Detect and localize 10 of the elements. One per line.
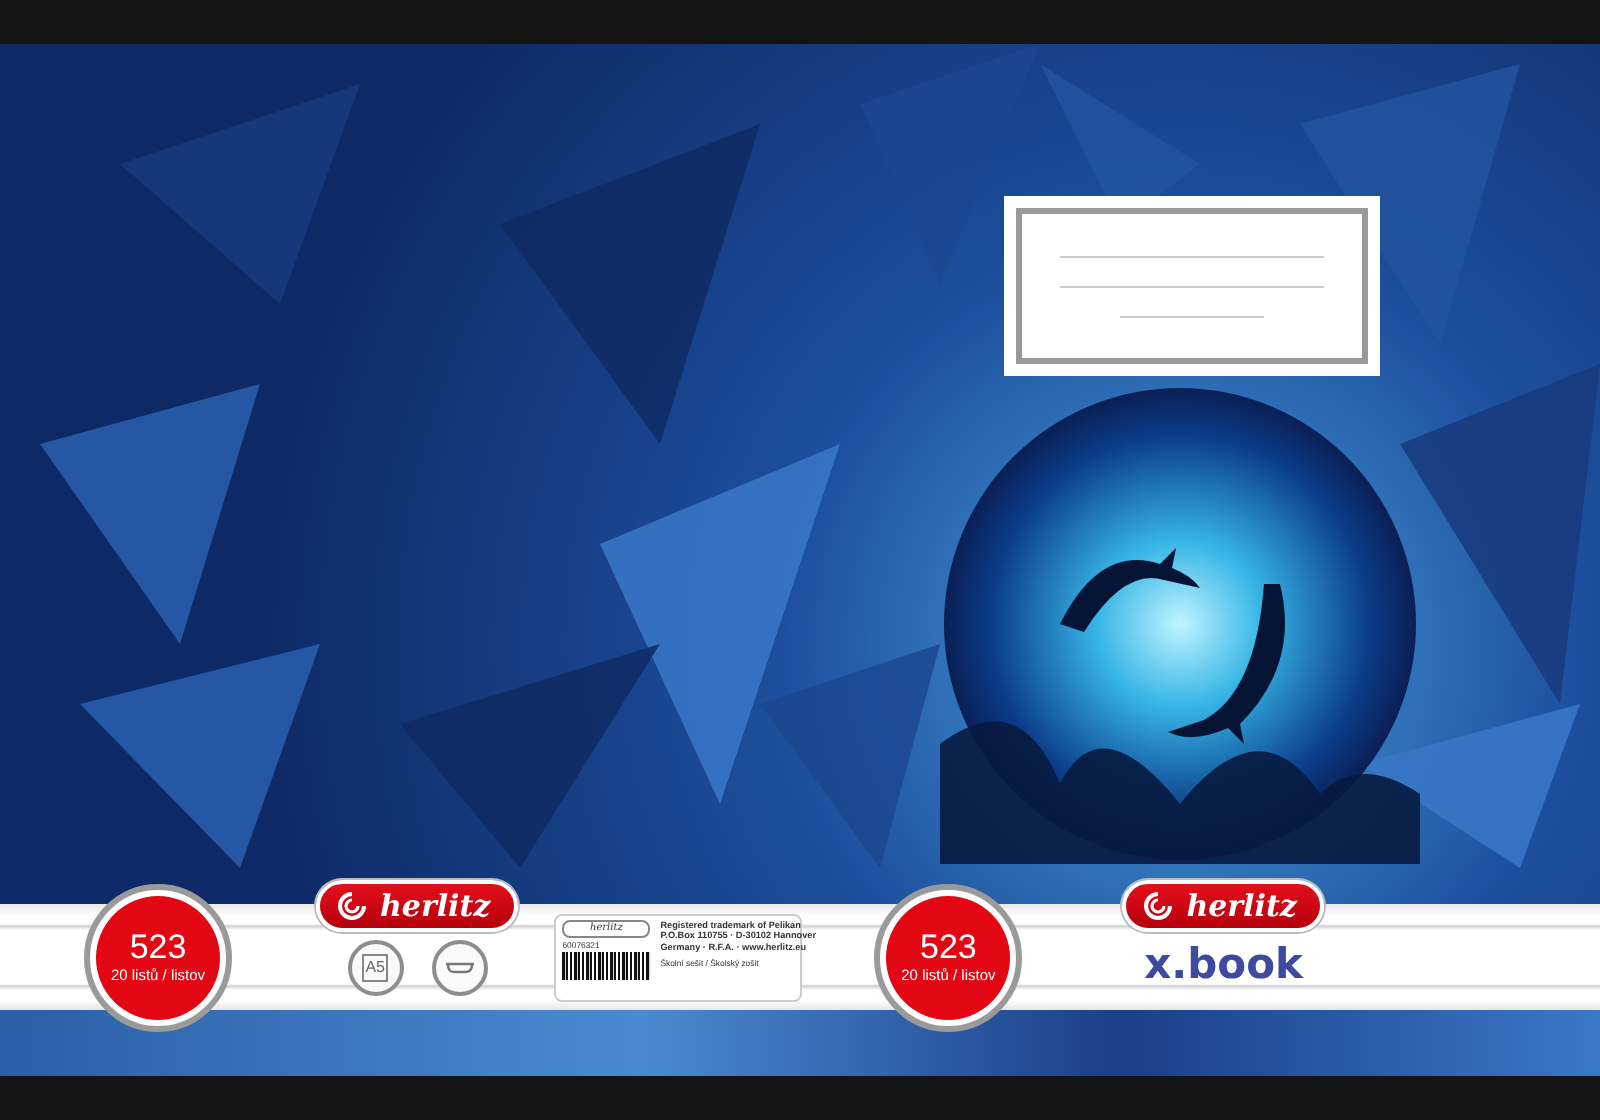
notebook-number: 523	[920, 929, 977, 967]
swirl-icon	[1142, 890, 1175, 922]
brand-logo: herlitz	[316, 880, 519, 932]
barcode-drawing	[562, 951, 651, 980]
brand-logo: herlitz	[1122, 880, 1325, 932]
swirl-icon	[336, 890, 368, 922]
product-title: x.book	[1144, 944, 1303, 986]
staple-icon	[431, 940, 488, 996]
notebook-number: 523	[129, 929, 187, 967]
paper-size-icon: A5	[347, 940, 404, 996]
